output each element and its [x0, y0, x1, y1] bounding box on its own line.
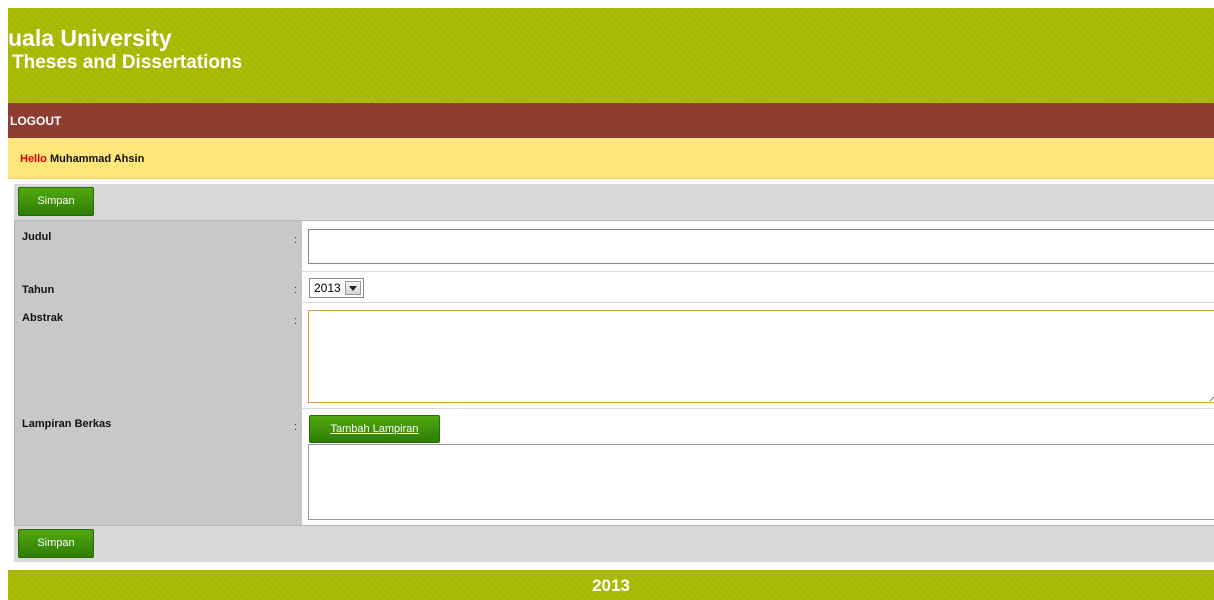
lampiran-colon: : — [294, 421, 298, 433]
logout-link[interactable]: LOGOUT — [10, 114, 61, 128]
thesis-form: Judul : Tahun : 2013 Abstrak : Lampiran … — [14, 220, 1214, 526]
abstrak-colon: : — [294, 315, 298, 327]
add-attachment-button[interactable]: Tambah Lampiran — [309, 415, 440, 443]
judul-colon: : — [294, 234, 298, 246]
tahun-label: Tahun — [22, 284, 55, 296]
chevron-down-icon[interactable] — [345, 281, 361, 295]
toolbar-top: Simpan — [14, 184, 1214, 220]
label-column — [15, 221, 302, 525]
user-name: Muhammad Ahsin — [49, 153, 145, 165]
site-title: uala University — [8, 25, 172, 51]
toolbar-bottom: Simpan — [14, 526, 1214, 562]
save-button-top[interactable]: Simpan — [18, 187, 94, 216]
tahun-selected-value: 2013 — [314, 281, 341, 295]
greeting-bar: Hello Muhammad Ahsin — [8, 138, 1214, 179]
row-divider — [302, 408, 1214, 409]
abstrak-textarea[interactable] — [308, 310, 1214, 403]
tahun-colon: : — [294, 284, 298, 296]
attachment-list — [308, 444, 1214, 520]
site-footer: 2013 — [8, 570, 1214, 600]
judul-input[interactable] — [308, 229, 1214, 264]
lampiran-label: Lampiran Berkas — [22, 418, 112, 430]
row-divider — [302, 271, 1214, 272]
nav-bar: LOGOUT — [8, 103, 1214, 138]
greeting-hello: Hello — [20, 153, 47, 165]
row-divider — [302, 302, 1214, 303]
abstrak-label: Abstrak — [22, 312, 63, 324]
save-button-bottom[interactable]: Simpan — [18, 529, 94, 558]
judul-label: Judul — [22, 231, 52, 243]
greeting-text: Hello Muhammad Ahsin — [20, 153, 144, 165]
site-header: uala University Theses and Dissertations — [8, 8, 1214, 103]
footer-year: 2013 — [592, 576, 630, 595]
tahun-select[interactable]: 2013 — [309, 278, 364, 298]
site-subtitle: Theses and Dissertations — [12, 52, 243, 73]
